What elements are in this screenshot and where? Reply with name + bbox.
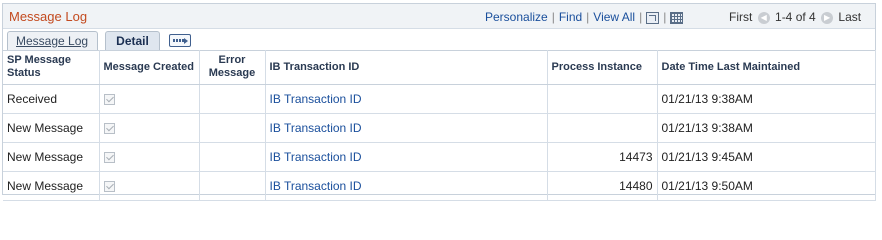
- message-created-cell: [99, 113, 200, 143]
- personalize-link[interactable]: Personalize: [485, 10, 548, 24]
- tab-label: Message Log: [16, 34, 89, 48]
- message-created-checkbox: [103, 123, 115, 135]
- col-header-ib-transaction-id: IB Transaction ID: [265, 50, 548, 85]
- table-row: New Message IB Transaction ID 14473 01/2…: [3, 142, 876, 172]
- error-message-cell: [199, 142, 266, 172]
- col-header-sp-message-status: SP Message Status: [3, 50, 100, 85]
- col-header-error-message: Error Message: [199, 50, 266, 85]
- separator: |: [663, 10, 667, 24]
- process-instance-cell: 14480: [547, 171, 658, 201]
- tab-bar: Message Log Detail: [3, 29, 875, 51]
- process-instance-cell: [547, 113, 658, 143]
- table-row: New Message IB Transaction ID 01/21/13 9…: [3, 113, 876, 143]
- grid-header: Message Log Personalize | Find | View All | | …: [3, 4, 875, 29]
- first-label: First: [729, 10, 753, 24]
- previous-icon[interactable]: ◀: [757, 11, 770, 24]
- error-message-cell: [199, 171, 266, 201]
- ib-transaction-link[interactable]: IB Transaction ID: [270, 92, 362, 106]
- tab-label: Detail: [116, 34, 149, 48]
- separator: |: [551, 10, 555, 24]
- message-log-grid: Message Log Personalize | Find | View All | | …: [2, 3, 876, 201]
- ib-transaction-cell: IB Transaction ID: [265, 142, 548, 172]
- next-icon[interactable]: ▶: [821, 11, 834, 24]
- ib-transaction-link[interactable]: IB Transaction ID: [270, 179, 362, 193]
- grid-title: Message Log: [9, 9, 88, 24]
- process-instance-cell: 14473: [547, 142, 658, 172]
- table-header-row: SP Message Status Message Created Error …: [3, 50, 876, 85]
- message-created-checkbox: [103, 181, 115, 193]
- process-instance-cell: [547, 84, 658, 114]
- row-range: 1-4 of 4: [775, 10, 816, 24]
- ib-transaction-cell: IB Transaction ID: [265, 84, 548, 114]
- pager: First ◀ 1-4 of 4 ▶ Last: [729, 10, 861, 24]
- status-cell: New Message: [3, 171, 100, 201]
- datetime-cell: 01/21/13 9:38AM: [657, 113, 876, 143]
- message-log-table: SP Message Status Message Created Error …: [3, 50, 876, 201]
- message-created-checkbox: [103, 152, 115, 164]
- message-created-checkbox: [103, 94, 115, 106]
- ib-transaction-cell: IB Transaction ID: [265, 171, 548, 201]
- separator: |: [586, 10, 590, 24]
- col-header-date-time-last-maintained: Date Time Last Maintained: [657, 50, 876, 85]
- table-row: Received IB Transaction ID 01/21/13 9:38…: [3, 84, 876, 114]
- tab-message-log[interactable]: Message Log: [7, 31, 98, 50]
- last-label: Last: [838, 10, 862, 24]
- col-header-message-created: Message Created: [99, 50, 200, 85]
- grid-toolbar: Personalize | Find | View All | |: [485, 10, 684, 24]
- datetime-cell: 01/21/13 9:38AM: [657, 84, 876, 114]
- ib-transaction-link[interactable]: IB Transaction ID: [270, 150, 362, 164]
- message-created-cell: [99, 171, 200, 201]
- tab-detail[interactable]: Detail: [105, 31, 160, 50]
- status-cell: New Message: [3, 142, 100, 172]
- show-all-columns-icon[interactable]: [169, 34, 191, 47]
- spreadsheet-icon[interactable]: [670, 11, 684, 24]
- col-header-process-instance: Process Instance: [547, 50, 658, 85]
- ib-transaction-link[interactable]: IB Transaction ID: [270, 121, 362, 135]
- datetime-cell: 01/21/13 9:50AM: [657, 171, 876, 201]
- find-link[interactable]: Find: [559, 10, 582, 24]
- error-message-cell: [199, 84, 266, 114]
- table-row: New Message IB Transaction ID 14480 01/2…: [3, 171, 876, 201]
- ib-transaction-cell: IB Transaction ID: [265, 113, 548, 143]
- status-cell: Received: [3, 84, 100, 114]
- zoom-icon[interactable]: [646, 11, 660, 24]
- message-created-cell: [99, 84, 200, 114]
- error-message-cell: [199, 113, 266, 143]
- separator: |: [639, 10, 643, 24]
- view-all-link[interactable]: View All: [593, 10, 635, 24]
- datetime-cell: 01/21/13 9:45AM: [657, 142, 876, 172]
- status-cell: New Message: [3, 113, 100, 143]
- message-created-cell: [99, 142, 200, 172]
